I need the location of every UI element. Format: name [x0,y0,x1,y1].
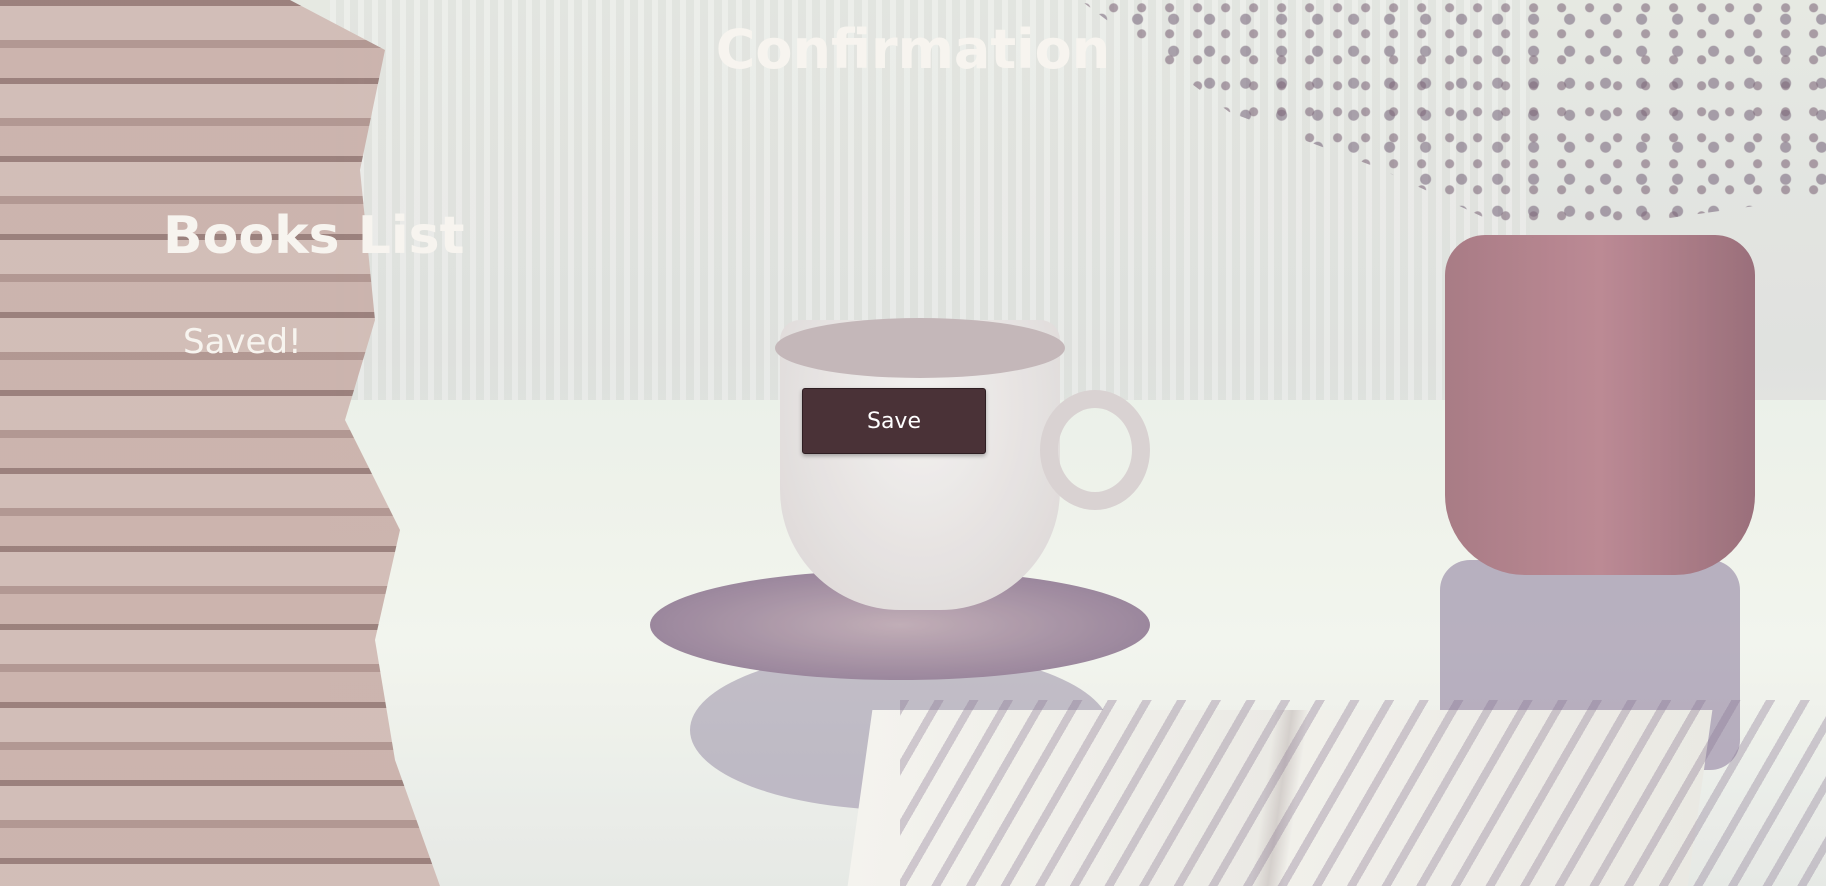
books-list-heading: Books List [163,206,465,266]
page-title: Confirmation [715,18,1111,81]
save-button[interactable]: Save [802,388,986,454]
page: Confirmation Books List Saved! Save [0,0,1826,886]
saved-status-message: Saved! [183,322,302,362]
